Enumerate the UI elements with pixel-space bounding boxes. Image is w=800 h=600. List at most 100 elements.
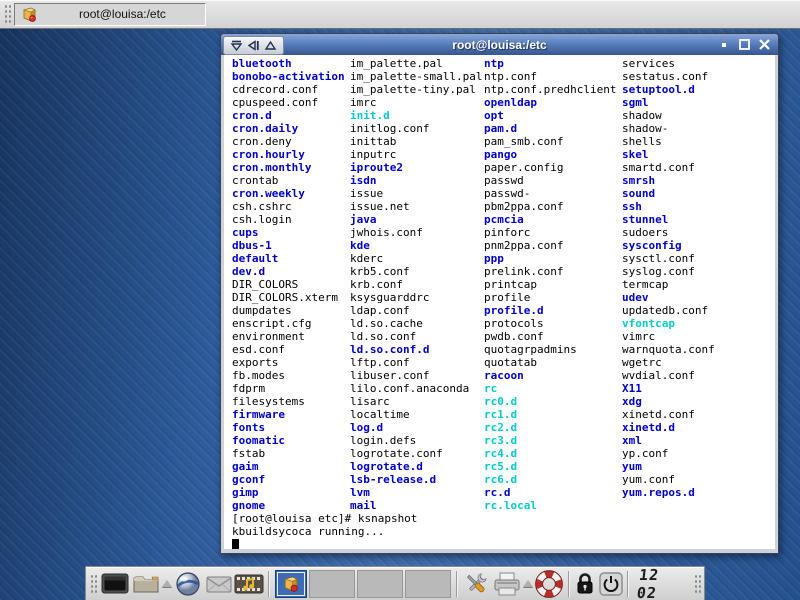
file-entry: yum.repos.d	[622, 486, 715, 499]
terminal-cursor	[232, 539, 239, 549]
file-entry: init.d	[350, 109, 482, 122]
lock-icon[interactable]	[573, 569, 598, 599]
taskbar-window-button[interactable]: root@louisa:/etc	[14, 3, 206, 26]
file-entry: gaim	[232, 460, 345, 473]
file-entry: rc.d	[484, 486, 616, 499]
terminal-output[interactable]: bluetoothbonobo-activationcdrecord.confc…	[224, 55, 775, 549]
power-icon[interactable]	[598, 569, 625, 599]
file-entry: inittab	[350, 135, 482, 148]
file-entry: services	[622, 57, 715, 70]
file-entry: pcmcia	[484, 213, 616, 226]
file-entry: dev.d	[232, 265, 345, 278]
file-entry: gconf	[232, 473, 345, 486]
printer-icon[interactable]	[491, 569, 522, 599]
terminal-icon[interactable]	[100, 569, 131, 599]
file-entry: sound	[622, 187, 715, 200]
arrow-up-icon[interactable]	[162, 580, 172, 587]
file-entry: DIR_COLORS	[232, 278, 345, 291]
maximize-icon[interactable]	[737, 37, 752, 52]
file-entry: pnm2ppa.conf	[484, 239, 616, 252]
panel-divider	[627, 571, 629, 597]
file-entry: passwd	[484, 174, 616, 187]
panel-handle[interactable]	[3, 3, 11, 25]
empty-task-button[interactable]	[309, 570, 355, 598]
file-entry: pinforc	[484, 226, 616, 239]
file-entry: rc0.d	[484, 395, 616, 408]
file-entry: cron.daily	[232, 122, 345, 135]
package-icon	[282, 575, 300, 593]
package-icon	[21, 6, 38, 23]
arrow-up-icon[interactable]	[523, 580, 533, 587]
file-entry: smartd.conf	[622, 161, 715, 174]
file-entry: lsb-release.d	[350, 473, 482, 486]
file-entry: imrc	[350, 96, 482, 109]
file-entry: libuser.conf	[350, 369, 482, 382]
panel-clock[interactable]: 12 02	[636, 566, 688, 600]
file-entry: vimrc	[622, 330, 715, 343]
file-entry: lisarc	[350, 395, 482, 408]
panel-divider	[456, 571, 458, 597]
file-entry: paper.config	[484, 161, 616, 174]
file-entry: im_palette-small.pal	[350, 70, 482, 83]
file-entry: cron.hourly	[232, 148, 345, 161]
top-taskbar: root@louisa:/etc	[0, 0, 800, 29]
active-task-button[interactable]	[275, 570, 307, 598]
empty-task-button[interactable]	[405, 570, 451, 598]
minimize-icon[interactable]	[717, 37, 732, 52]
file-entry: issue.net	[350, 200, 482, 213]
file-entry: opt	[484, 109, 616, 122]
file-entry: sysconfig	[622, 239, 715, 252]
panel-handle[interactable]	[693, 573, 701, 595]
file-entry: krb.conf	[350, 278, 482, 291]
file-entry: warnquota.conf	[622, 343, 715, 356]
file-entry: esd.conf	[232, 343, 345, 356]
file-entry: xinetd.d	[622, 421, 715, 434]
file-entry: dumpdates	[232, 304, 345, 317]
terminal-window: root@louisa:/etc bluetoothbonobo-activat…	[220, 33, 779, 554]
file-entry: xml	[622, 434, 715, 447]
file-entry: pam.d	[484, 122, 616, 135]
file-entry: ppp	[484, 252, 616, 265]
window-titlebar[interactable]: root@louisa:/etc	[221, 34, 778, 55]
file-entry: rc3.d	[484, 434, 616, 447]
panel-handle[interactable]	[89, 573, 97, 595]
file-entry: racoon	[484, 369, 616, 382]
mail-icon[interactable]	[204, 569, 235, 599]
file-entry: pbm2ppa.conf	[484, 200, 616, 213]
desktop: root@louisa:/etc root@louisa:/etc	[0, 0, 800, 600]
globe-icon[interactable]	[173, 569, 204, 599]
file-entry: enscript.cfg	[232, 317, 345, 330]
file-entry: pam_smb.conf	[484, 135, 616, 148]
file-entry: krb5.conf	[350, 265, 482, 278]
file-entry: passwd-	[484, 187, 616, 200]
window-controls	[717, 37, 778, 52]
file-entry: syslog.conf	[622, 265, 715, 278]
tools-icon[interactable]	[461, 569, 492, 599]
empty-task-button[interactable]	[357, 570, 403, 598]
folder-icon[interactable]	[130, 569, 161, 599]
file-entry: fdprm	[232, 382, 345, 395]
multimedia-icon[interactable]	[234, 569, 265, 599]
file-entry: cron.deny	[232, 135, 345, 148]
bottom-panel: 12 02	[85, 566, 705, 600]
file-entry: sudoers	[622, 226, 715, 239]
file-entry: bonobo-activation	[232, 70, 345, 83]
file-entry: profile	[484, 291, 616, 304]
file-entry: ld.so.cache	[350, 317, 482, 330]
file-entry: rc.local	[484, 499, 616, 512]
window-title: root@louisa:/etc	[221, 38, 778, 52]
file-entry: ksysguarddrc	[350, 291, 482, 304]
file-entry: DIR_COLORS.xterm	[232, 291, 345, 304]
file-entry: ntp.conf.predhclient	[484, 83, 616, 96]
file-entry: csh.cshrc	[232, 200, 345, 213]
file-entry: logrotate.conf	[350, 447, 482, 460]
file-entry: shells	[622, 135, 715, 148]
file-entry: csh.login	[232, 213, 345, 226]
file-entry: quotatab	[484, 356, 616, 369]
file-entry: vfontcap	[622, 317, 715, 330]
file-entry: printcap	[484, 278, 616, 291]
help-lifesaver-icon[interactable]	[534, 569, 565, 599]
close-icon[interactable]	[757, 37, 772, 52]
file-entry: smrsh	[622, 174, 715, 187]
file-entry: environment	[232, 330, 345, 343]
